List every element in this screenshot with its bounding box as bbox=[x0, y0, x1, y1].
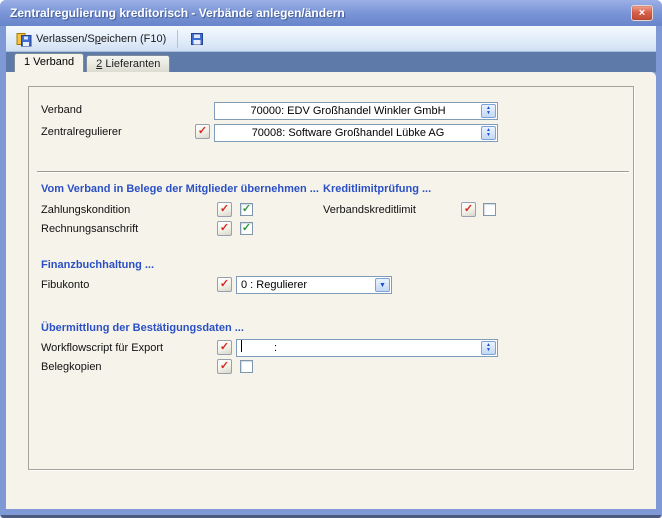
tab-bar: 1 Verband 2 Lieferanten bbox=[6, 52, 656, 72]
zentralregulierer-label: Zentralregulierer bbox=[41, 126, 122, 138]
workflowscript-input[interactable]: : ▲ ▼ bbox=[236, 339, 498, 357]
close-icon: × bbox=[639, 7, 645, 19]
tab-lieferanten[interactable]: 2 Lieferanten bbox=[86, 55, 170, 72]
window-title: Zentralregulierung kreditorisch - Verbän… bbox=[0, 6, 345, 20]
verbandskreditlimit-checkbox[interactable] bbox=[483, 203, 496, 216]
close-button[interactable]: × bbox=[631, 5, 653, 21]
verbandskreditlimit-label: Verbandskreditlimit bbox=[323, 204, 416, 216]
verband-value: 70000: EDV Großhandel Winkler GmbH bbox=[215, 103, 481, 119]
section-title-uebermittlung: Übermittlung der Bestätigungsdaten ... bbox=[41, 322, 244, 334]
save-icon bbox=[189, 31, 205, 47]
verband-spinner[interactable]: ▲ ▼ bbox=[481, 104, 496, 118]
green-check-icon: ✓ bbox=[242, 203, 251, 215]
toolbar-separator bbox=[177, 30, 178, 48]
red-check-icon: ✓ bbox=[220, 341, 229, 353]
fibukonto-dropdown[interactable]: 0 : Regulierer ▼ bbox=[236, 276, 392, 294]
red-check-icon: ✓ bbox=[464, 203, 473, 215]
zentralregulierer-combobox[interactable]: 70008: Software Großhandel Lübke AG ▲ ▼ bbox=[214, 124, 498, 142]
save-button[interactable] bbox=[183, 28, 211, 50]
title-bar[interactable]: Zentralregulierung kreditorisch - Verbän… bbox=[0, 0, 662, 26]
red-check-icon: ✓ bbox=[220, 278, 229, 290]
verband-combobox[interactable]: 70000: EDV Großhandel Winkler GmbH ▲ ▼ bbox=[214, 102, 498, 120]
verband-label: Verband bbox=[41, 104, 82, 116]
rechnungsanschrift-mandatory-toggle[interactable]: ✓ bbox=[217, 221, 232, 236]
tab-page-verband: Verband 70000: EDV Großhandel Winkler Gm… bbox=[6, 72, 656, 509]
dropdown-arrow-icon: ▼ bbox=[379, 282, 386, 289]
fibukonto-mandatory-toggle[interactable]: ✓ bbox=[217, 277, 232, 292]
belegkopien-label: Belegkopien bbox=[41, 361, 102, 373]
red-check-icon: ✓ bbox=[220, 360, 229, 372]
red-check-icon: ✓ bbox=[220, 203, 229, 215]
section-title-finanzbuchhaltung: Finanzbuchhaltung ... bbox=[41, 259, 154, 271]
rechnungsanschrift-label: Rechnungsanschrift bbox=[41, 223, 138, 235]
workflowscript-label: Workflowscript für Export bbox=[41, 342, 163, 354]
fibukonto-value: 0 : Regulierer bbox=[237, 277, 375, 293]
app-window: Zentralregulierung kreditorisch - Verbän… bbox=[0, 0, 662, 518]
leave-save-icon bbox=[16, 31, 32, 47]
window-content: Verlassen/Speichern (F10) 1 Verband 2 Li… bbox=[6, 26, 656, 509]
workflowscript-value: : bbox=[274, 340, 277, 356]
fibukonto-dropdown-button[interactable]: ▼ bbox=[375, 278, 390, 292]
belegkopien-checkbox[interactable] bbox=[240, 360, 253, 373]
zahlungskondition-mandatory-toggle[interactable]: ✓ bbox=[217, 202, 232, 217]
text-caret bbox=[241, 340, 242, 352]
zahlungskondition-label: Zahlungskondition bbox=[41, 204, 130, 216]
tab-verband[interactable]: 1 Verband bbox=[14, 53, 84, 72]
workflowscript-spinner[interactable]: ▲ ▼ bbox=[481, 341, 496, 355]
belegkopien-mandatory-toggle[interactable]: ✓ bbox=[217, 359, 232, 374]
spinner-down-icon: ▼ bbox=[486, 348, 491, 353]
fibukonto-label: Fibukonto bbox=[41, 279, 89, 291]
spinner-down-icon: ▼ bbox=[486, 111, 491, 116]
red-check-icon: ✓ bbox=[220, 222, 229, 234]
rechnungsanschrift-checkbox[interactable]: ✓ bbox=[240, 222, 253, 235]
leave-save-button[interactable]: Verlassen/Speichern (F10) bbox=[10, 28, 172, 50]
zentralregulierer-spinner[interactable]: ▲ ▼ bbox=[481, 126, 496, 140]
workflowscript-mandatory-toggle[interactable]: ✓ bbox=[217, 340, 232, 355]
section-title-uebernehmen: Vom Verband in Belege der Mitglieder übe… bbox=[41, 183, 319, 195]
zentralregulierer-value: 70008: Software Großhandel Lübke AG bbox=[215, 125, 481, 141]
green-check-icon: ✓ bbox=[242, 222, 251, 234]
zentralregulierer-mandatory-toggle[interactable]: ✓ bbox=[195, 124, 210, 139]
section-title-kreditlimit: Kreditlimitprüfung ... bbox=[323, 183, 431, 195]
red-check-icon: ✓ bbox=[198, 125, 207, 137]
section-separator bbox=[37, 171, 629, 173]
verbandskreditlimit-mandatory-toggle[interactable]: ✓ bbox=[461, 202, 476, 217]
toolbar: Verlassen/Speichern (F10) bbox=[6, 26, 656, 52]
leave-save-label: Verlassen/Speichern (F10) bbox=[36, 33, 166, 45]
form-groupbox: Verband 70000: EDV Großhandel Winkler Gm… bbox=[28, 86, 634, 470]
spinner-down-icon: ▼ bbox=[486, 133, 491, 138]
zahlungskondition-checkbox[interactable]: ✓ bbox=[240, 203, 253, 216]
